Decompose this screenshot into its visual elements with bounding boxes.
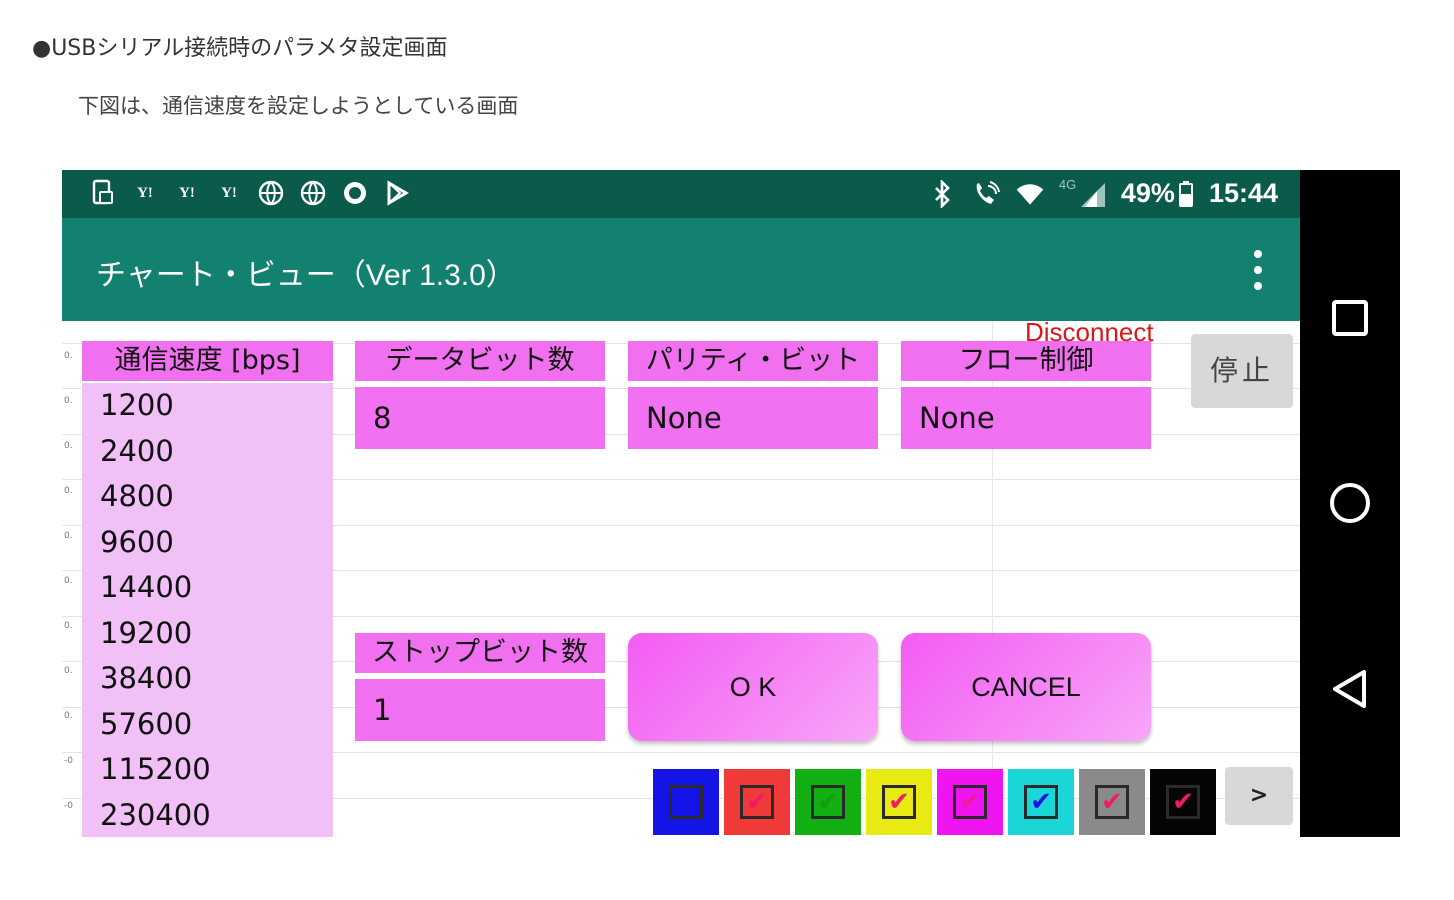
- notification-icons: Y! Y! Y!: [88, 178, 412, 208]
- speed-option[interactable]: 57600: [100, 702, 333, 748]
- globe-icon: [256, 178, 286, 208]
- channel-toggle[interactable]: ✔: [795, 769, 861, 835]
- yahoo-icon: Y!: [137, 184, 153, 201]
- play-store-icon: [382, 178, 412, 208]
- wifi-icon: [1015, 179, 1045, 209]
- disconnect-label: Disconnect: [1025, 321, 1154, 347]
- overflow-menu-icon[interactable]: [1252, 250, 1264, 290]
- channel-toggle[interactable]: ✔: [1079, 769, 1145, 835]
- battery-percent: 49%: [1120, 178, 1175, 208]
- channel-toggle[interactable]: ✔: [653, 769, 719, 835]
- stop-bits-header: ストップビット数: [355, 633, 605, 673]
- network-type-label: 4G: [1058, 176, 1077, 192]
- stop-bits-select[interactable]: 1: [355, 679, 605, 741]
- wifi-calling-icon: [971, 179, 1001, 209]
- system-status: 4G 49% 15:44: [927, 176, 1278, 209]
- channel-toggle[interactable]: ✔: [1150, 769, 1216, 835]
- channel-toggle[interactable]: ✔: [866, 769, 932, 835]
- speed-option[interactable]: 38400: [100, 656, 333, 702]
- channel-toggle[interactable]: ✔: [937, 769, 1003, 835]
- data-bits-header: データビット数: [355, 341, 605, 381]
- speed-option[interactable]: 2400: [100, 429, 333, 475]
- speed-dropdown-list[interactable]: 1200 2400 4800 9600 14400 19200 38400 57…: [82, 383, 333, 837]
- yahoo-icon: Y!: [179, 184, 195, 201]
- globe-icon: [298, 178, 328, 208]
- check-icon: ✔: [882, 785, 916, 819]
- recents-icon[interactable]: [1326, 294, 1374, 342]
- chart-content: 0.0.0. 0.0.0. 0.0.0. -0-0-0 通信速度 [bps] 1…: [62, 321, 1300, 837]
- y-axis-labels: 0.0.0. 0.0.0. 0.0.0. -0-0-0: [64, 351, 73, 811]
- check-icon: ✔: [1166, 785, 1200, 819]
- channel-toggle[interactable]: ✔: [724, 769, 790, 835]
- flow-control-select[interactable]: None: [901, 387, 1151, 449]
- speed-option[interactable]: 19200: [100, 611, 333, 657]
- battery-icon: [1177, 179, 1195, 209]
- next-page-button[interactable]: >: [1225, 767, 1293, 825]
- check-icon: ✔: [1095, 785, 1129, 819]
- speed-option[interactable]: 230400: [100, 793, 333, 838]
- yahoo-icon: Y!: [221, 184, 237, 201]
- document-subheading: 下図は、通信速度を設定しようとしている画面: [78, 94, 519, 118]
- speed-option[interactable]: 14400: [100, 565, 333, 611]
- speed-option[interactable]: 1200: [100, 383, 333, 429]
- phone-screenshot: Y! Y! Y! 4G 49% 15:44 チャート・ビュー（Ver 1.3.0…: [62, 170, 1400, 837]
- cell-signal-icon: 4G: [1058, 176, 1107, 209]
- check-icon: ✔: [669, 785, 703, 819]
- app-bar: チャート・ビュー（Ver 1.3.0）: [62, 218, 1300, 321]
- ok-button[interactable]: O K: [628, 633, 878, 741]
- speed-option[interactable]: 115200: [100, 747, 333, 793]
- cancel-button[interactable]: CANCEL: [901, 633, 1151, 741]
- parity-header: パリティ・ビット: [628, 341, 878, 381]
- check-icon: ✔: [1024, 785, 1058, 819]
- file-phone-icon: [88, 178, 118, 208]
- app-title: チャート・ビュー（Ver 1.3.0）: [96, 259, 516, 292]
- bluetooth-icon: [927, 179, 957, 209]
- clock: 15:44: [1208, 178, 1278, 208]
- data-bits-select[interactable]: 8: [355, 387, 605, 449]
- circle-icon: [340, 178, 370, 208]
- channel-toggle[interactable]: ✔: [1008, 769, 1074, 835]
- parity-select[interactable]: None: [628, 387, 878, 449]
- check-icon: ✔: [953, 785, 987, 819]
- home-icon[interactable]: [1326, 479, 1374, 527]
- speed-option[interactable]: 4800: [100, 474, 333, 520]
- status-bar: Y! Y! Y! 4G 49% 15:44: [62, 170, 1300, 218]
- document-heading: ●USBシリアル接続時のパラメタ設定画面: [32, 36, 448, 61]
- stop-button[interactable]: 停止: [1191, 334, 1293, 408]
- speed-option[interactable]: 9600: [100, 520, 333, 566]
- navigation-bar: [1300, 170, 1400, 837]
- back-icon[interactable]: [1326, 665, 1374, 713]
- check-icon: ✔: [811, 785, 845, 819]
- speed-header: 通信速度 [bps]: [82, 341, 333, 381]
- check-icon: ✔: [740, 785, 774, 819]
